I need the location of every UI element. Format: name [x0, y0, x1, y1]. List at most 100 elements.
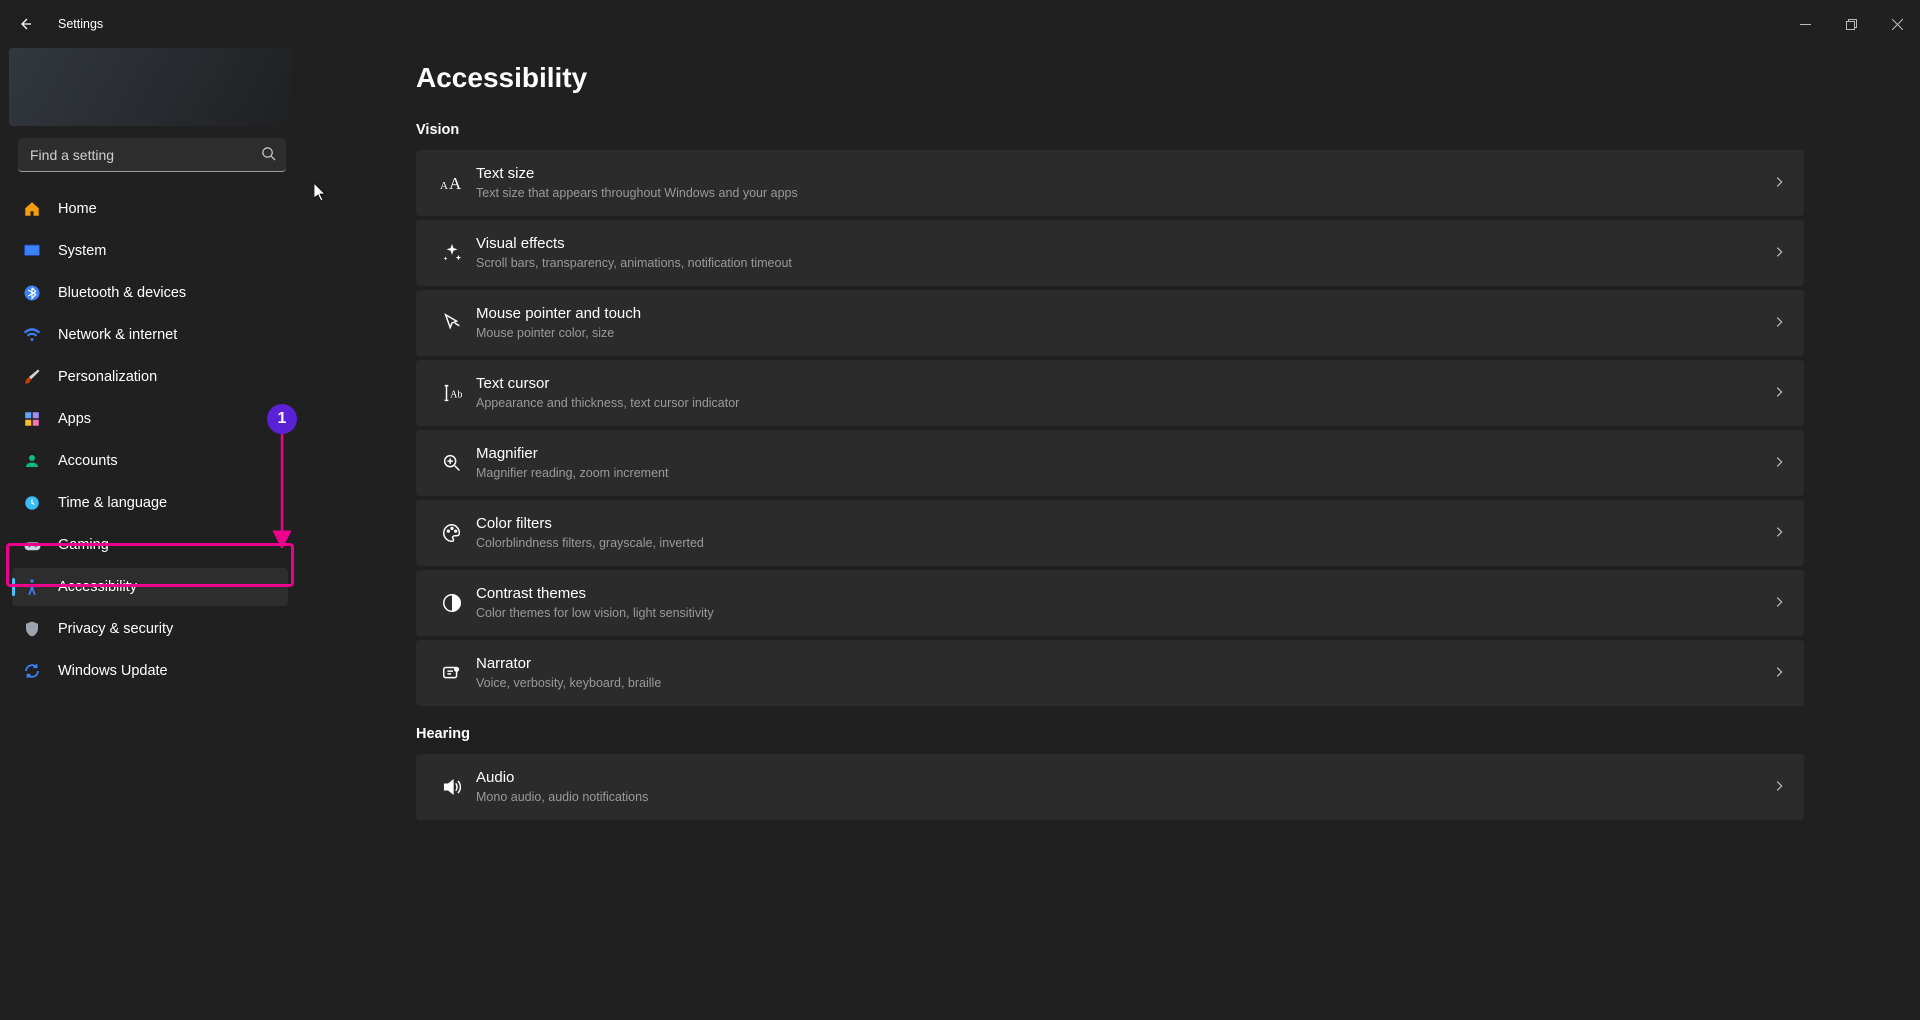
- search-wrap: [18, 138, 286, 172]
- card-title: Contrast themes: [476, 584, 1772, 604]
- magnifier-icon: [434, 452, 470, 474]
- card-title: Magnifier: [476, 444, 1772, 464]
- clock-icon: [22, 493, 42, 513]
- maximize-icon: [1846, 19, 1857, 30]
- card-text-size[interactable]: AA Text size Text size that appears thro…: [416, 150, 1804, 216]
- chevron-right-icon: [1772, 175, 1786, 192]
- audio-icon: [434, 776, 470, 798]
- sidebar-item-label: Privacy & security: [58, 621, 173, 637]
- cursor-icon: [434, 312, 470, 334]
- card-desc: Mouse pointer color, size: [476, 325, 1772, 342]
- nav: Home System Bluetooth & devices Network …: [6, 190, 294, 690]
- card-desc: Voice, verbosity, keyboard, braille: [476, 675, 1772, 692]
- card-mouse-pointer[interactable]: Mouse pointer and touch Mouse pointer co…: [416, 290, 1804, 356]
- sidebar-item-system[interactable]: System: [12, 232, 288, 270]
- sidebar-item-label: Windows Update: [58, 663, 168, 679]
- card-desc: Colorblindness filters, grayscale, inver…: [476, 535, 1772, 552]
- card-title: Visual effects: [476, 234, 1772, 254]
- sidebar-item-label: Network & internet: [58, 327, 177, 343]
- sidebar-item-label: Bluetooth & devices: [58, 285, 186, 301]
- svg-text:Ab: Ab: [450, 390, 462, 401]
- titlebar: Settings: [0, 0, 1920, 48]
- sidebar-item-label: Home: [58, 201, 97, 217]
- sidebar-item-label: Accounts: [58, 453, 118, 469]
- sidebar-item-bluetooth[interactable]: Bluetooth & devices: [12, 274, 288, 312]
- chevron-right-icon: [1772, 525, 1786, 542]
- card-title: Color filters: [476, 514, 1772, 534]
- back-button[interactable]: [10, 9, 40, 39]
- card-desc: Mono audio, audio notifications: [476, 789, 1772, 806]
- card-visual-effects[interactable]: Visual effects Scroll bars, transparency…: [416, 220, 1804, 286]
- text-size-icon: AA: [434, 171, 470, 195]
- card-desc: Scroll bars, transparency, animations, n…: [476, 255, 1772, 272]
- search-input[interactable]: [18, 138, 286, 172]
- sidebar-item-apps[interactable]: Apps: [12, 400, 288, 438]
- account-card[interactable]: [9, 48, 291, 126]
- sidebar-item-label: System: [58, 243, 106, 259]
- sidebar-item-label: Accessibility: [58, 579, 137, 595]
- sidebar-item-label: Personalization: [58, 369, 157, 385]
- wifi-icon: [22, 325, 42, 345]
- svg-text:A: A: [449, 174, 462, 193]
- sparkle-icon: [434, 242, 470, 264]
- chevron-right-icon: [1772, 665, 1786, 682]
- sidebar: Home System Bluetooth & devices Network …: [0, 48, 300, 690]
- sidebar-item-accessibility[interactable]: Accessibility: [12, 568, 288, 606]
- narrator-icon: [434, 662, 470, 684]
- card-magnifier[interactable]: Magnifier Magnifier reading, zoom increm…: [416, 430, 1804, 496]
- card-title: Text size: [476, 164, 1772, 184]
- accessibility-icon: [22, 577, 42, 597]
- close-button[interactable]: [1874, 8, 1920, 40]
- sidebar-item-personalization[interactable]: Personalization: [12, 358, 288, 396]
- sidebar-item-time-language[interactable]: Time & language: [12, 484, 288, 522]
- contrast-icon: [434, 592, 470, 614]
- sidebar-item-privacy[interactable]: Privacy & security: [12, 610, 288, 648]
- update-icon: [22, 661, 42, 681]
- chevron-right-icon: [1772, 595, 1786, 612]
- sidebar-item-windows-update[interactable]: Windows Update: [12, 652, 288, 690]
- system-icon: [22, 241, 42, 261]
- chevron-right-icon: [1772, 245, 1786, 262]
- sidebar-item-accounts[interactable]: Accounts: [12, 442, 288, 480]
- section-vision: Vision: [416, 122, 1804, 138]
- section-hearing: Hearing: [416, 726, 1804, 742]
- card-audio[interactable]: Audio Mono audio, audio notifications: [416, 754, 1804, 820]
- maximize-button[interactable]: [1828, 8, 1874, 40]
- sidebar-item-gaming[interactable]: Gaming: [12, 526, 288, 564]
- home-icon: [22, 199, 42, 219]
- paintbrush-icon: [22, 367, 42, 387]
- card-desc: Appearance and thickness, text cursor in…: [476, 395, 1772, 412]
- gamepad-icon: [22, 535, 42, 555]
- minimize-icon: [1800, 19, 1811, 30]
- card-color-filters[interactable]: Color filters Colorblindness filters, gr…: [416, 500, 1804, 566]
- close-icon: [1892, 19, 1903, 30]
- bluetooth-icon: [22, 283, 42, 303]
- svg-text:A: A: [440, 180, 448, 192]
- card-desc: Text size that appears throughout Window…: [476, 185, 1772, 202]
- window-controls: [1782, 8, 1920, 40]
- card-narrator[interactable]: Narrator Voice, verbosity, keyboard, bra…: [416, 640, 1804, 706]
- text-cursor-icon: Ab: [434, 382, 470, 404]
- main-content: Accessibility Vision AA Text size Text s…: [300, 48, 1920, 1020]
- sidebar-item-label: Apps: [58, 411, 91, 427]
- chevron-right-icon: [1772, 455, 1786, 472]
- card-title: Mouse pointer and touch: [476, 304, 1772, 324]
- palette-icon: [434, 522, 470, 544]
- card-contrast-themes[interactable]: Contrast themes Color themes for low vis…: [416, 570, 1804, 636]
- sidebar-item-network[interactable]: Network & internet: [12, 316, 288, 354]
- minimize-button[interactable]: [1782, 8, 1828, 40]
- card-text-cursor[interactable]: Ab Text cursor Appearance and thickness,…: [416, 360, 1804, 426]
- apps-icon: [22, 409, 42, 429]
- sidebar-item-home[interactable]: Home: [12, 190, 288, 228]
- card-title: Audio: [476, 768, 1772, 788]
- shield-icon: [22, 619, 42, 639]
- chevron-right-icon: [1772, 779, 1786, 796]
- card-desc: Color themes for low vision, light sensi…: [476, 605, 1772, 622]
- card-title: Text cursor: [476, 374, 1772, 394]
- sidebar-item-label: Time & language: [58, 495, 167, 511]
- page-title: Accessibility: [416, 62, 1804, 94]
- person-icon: [22, 451, 42, 471]
- sidebar-item-label: Gaming: [58, 537, 109, 553]
- chevron-right-icon: [1772, 315, 1786, 332]
- card-desc: Magnifier reading, zoom increment: [476, 465, 1772, 482]
